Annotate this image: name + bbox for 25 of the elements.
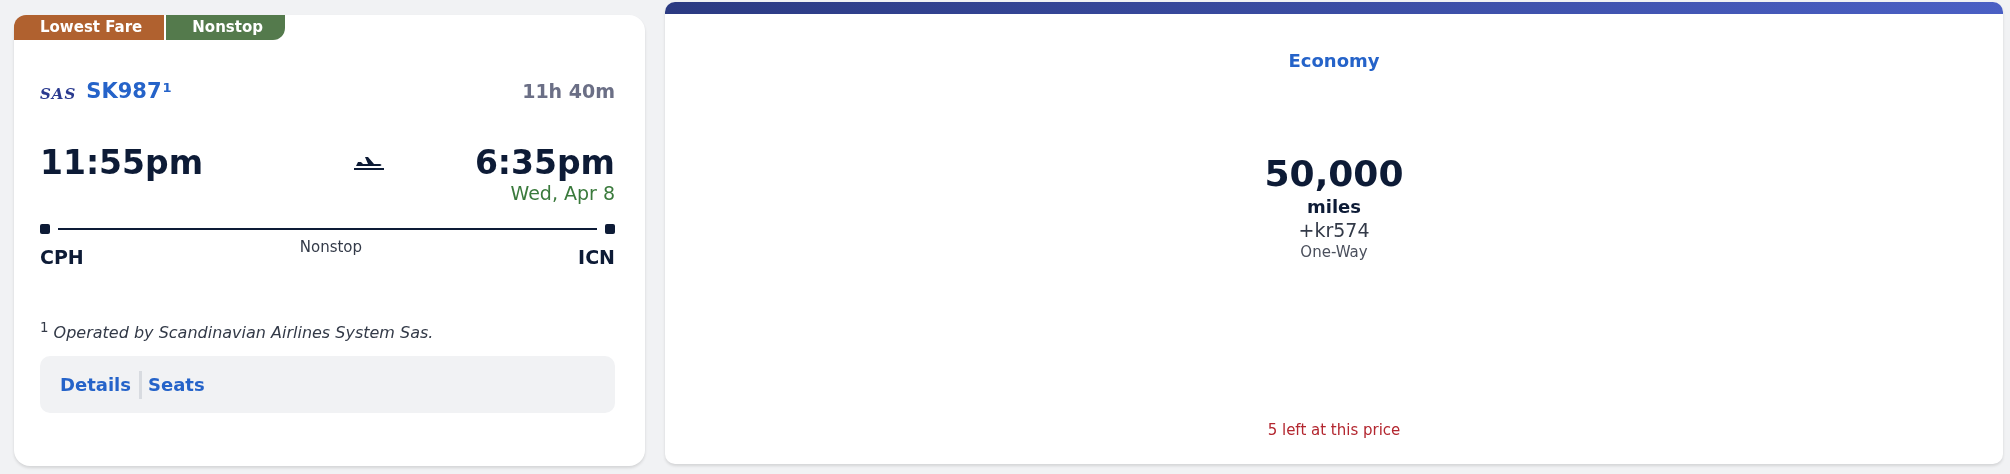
footnote-mark: 1 [162,79,172,95]
destination-airport: ICN [578,246,615,268]
arrival-date: Wed, Apr 8 [510,182,615,204]
flight-duration: 11h 40m [522,80,615,102]
departure-time: 11:55pm [40,143,204,182]
stops-label: Nonstop [299,238,363,256]
airline-logo: SAS [40,85,77,103]
arrival-time: 6:35pm [474,143,615,182]
miles-unit: miles [1307,196,1361,217]
flight-link[interactable]: Seats [147,374,205,396]
destination-marker [605,224,615,234]
flight-number: SK987 [86,79,162,103]
flight-link[interactable]: Details [60,374,131,396]
fare-tag: Lowest Fare [14,15,165,40]
miles-price: 50,000 [1264,153,1404,194]
operator-footnote: $^{1}$ Operated by Scandinavian Airlines System Sas. [40,320,435,343]
fare-tag: Nonstop [166,15,285,40]
plane-icon [354,155,384,170]
taxes-price: +kr574 [1298,219,1370,241]
cabin-class: Economy [1288,50,1380,71]
fare-card[interactable]: Economy 50,000 miles +kr574 One-Way 5 left at this price [665,2,2003,464]
origin-marker [40,224,50,234]
seats-left: 5 left at this price [1267,421,1401,439]
trip-type: One-Way [1300,243,1368,261]
origin-airport: CPH [40,246,84,268]
